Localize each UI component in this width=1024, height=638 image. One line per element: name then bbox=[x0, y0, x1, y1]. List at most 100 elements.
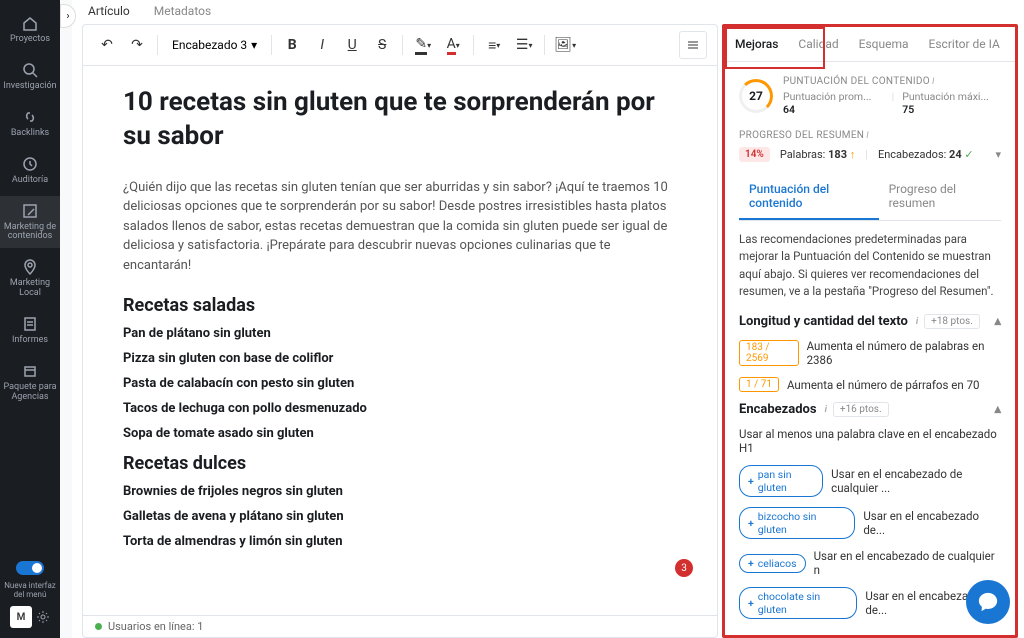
progress-title: PROGRESO DEL RESUMEN bbox=[739, 130, 864, 141]
check-icon: ✓ bbox=[964, 148, 973, 161]
error-count-badge[interactable]: 3 bbox=[675, 559, 693, 577]
tab-quality[interactable]: Calidad bbox=[788, 27, 848, 61]
footer-status: Usuarios en línea: 1 bbox=[83, 615, 717, 637]
edit-icon bbox=[21, 202, 39, 220]
avg-score-label: Puntuación prom... bbox=[783, 90, 871, 103]
sidebar-item-backlinks[interactable]: Backlinks bbox=[0, 102, 60, 145]
top-tabs: Artículo Metadatos bbox=[72, 0, 1024, 18]
article-h2: Recetas saladas bbox=[123, 295, 677, 316]
chat-icon bbox=[977, 591, 999, 613]
toolbar: ↶ ↷ Encabezado 3 ▾ B I U S ✎▾ A▾ ≡▾ ☰▾ 🖼… bbox=[83, 25, 717, 66]
heading-select[interactable]: Encabezado 3 ▾ bbox=[164, 34, 265, 56]
undo-button[interactable]: ↶ bbox=[93, 31, 121, 59]
chat-fab[interactable] bbox=[966, 580, 1010, 624]
article-h3: Brownies de frijoles negros sin gluten bbox=[123, 484, 677, 499]
keyword-chip[interactable]: bizcocho sin gluten bbox=[739, 507, 855, 539]
headings-value: 24 bbox=[949, 148, 962, 161]
sidebar-item-label: Marketing de contenidos bbox=[2, 223, 58, 243]
sidebar-item-label: Paquete para Agencias bbox=[2, 383, 58, 403]
article-h3: Galletas de avena y plátano sin gluten bbox=[123, 509, 677, 524]
words-label: Palabras: bbox=[780, 148, 826, 161]
rec-text: Aumenta el número de palabras en 2386 bbox=[807, 339, 1001, 367]
list-button[interactable]: ☰▾ bbox=[510, 31, 538, 59]
editor-column: ↶ ↷ Encabezado 3 ▾ B I U S ✎▾ A▾ ≡▾ ☰▾ 🖼… bbox=[82, 24, 718, 638]
highlight-button[interactable]: ✎▾ bbox=[409, 31, 437, 59]
article-intro: ¿Quién dijo que las recetas sin gluten t… bbox=[123, 178, 677, 276]
tab-improvements[interactable]: Mejoras bbox=[725, 27, 788, 61]
sidebar-item-label: Investigación bbox=[3, 82, 56, 92]
article-title: 10 recetas sin gluten que te sorprenderá… bbox=[123, 86, 677, 154]
sidebar-item-label: Auditoría bbox=[12, 176, 48, 186]
right-panel: Mejoras Calidad Esquema Escritor de IA 2… bbox=[722, 24, 1018, 638]
sidebar-item-content-marketing[interactable]: Marketing de contenidos bbox=[0, 196, 60, 249]
strike-button[interactable]: S bbox=[368, 31, 396, 59]
sidebar-item-projects[interactable]: Proyectos bbox=[0, 8, 60, 51]
online-dot-icon bbox=[95, 623, 102, 630]
headings-intro: Usar al menos una palabra clave en el en… bbox=[739, 427, 1001, 455]
bold-button[interactable]: B bbox=[278, 31, 306, 59]
tab-ai-writer[interactable]: Escritor de IA bbox=[919, 27, 1010, 61]
tab-article[interactable]: Artículo bbox=[88, 4, 130, 18]
article-h3: Torta de almendras y limón sin gluten bbox=[123, 534, 677, 549]
article-h3: Pan de plátano sin gluten bbox=[123, 326, 677, 341]
subtab-content-score[interactable]: Puntuación del contenido bbox=[739, 174, 879, 220]
chevron-up-icon[interactable]: ▴ bbox=[994, 314, 1001, 329]
sidebar: Proyectos Investigación Backlinks Audito… bbox=[0, 0, 60, 638]
article-h3: Sopa de tomate asado sin gluten bbox=[123, 426, 677, 441]
tab-outline[interactable]: Esquema bbox=[849, 27, 919, 61]
info-icon[interactable]: i bbox=[932, 77, 935, 87]
article-h3: Pizza sin gluten con base de coliflor bbox=[123, 351, 677, 366]
gear-icon[interactable] bbox=[36, 610, 50, 624]
italic-button[interactable]: I bbox=[308, 31, 336, 59]
chevron-up-icon[interactable]: ▴ bbox=[994, 402, 1001, 417]
underline-button[interactable]: U bbox=[338, 31, 366, 59]
new-ui-toggle[interactable] bbox=[16, 561, 44, 575]
image-button[interactable]: 🖼▾ bbox=[551, 31, 579, 59]
keyword-chip[interactable]: celiacos bbox=[739, 554, 806, 573]
info-icon[interactable]: i bbox=[825, 405, 827, 415]
headings-label: Encabezados: bbox=[878, 148, 946, 161]
length-points-badge: +18 ptos. bbox=[924, 314, 980, 329]
info-icon[interactable]: i bbox=[916, 317, 918, 327]
headings-section-title: Encabezados bbox=[739, 402, 817, 417]
chevron-down-icon[interactable]: ▾ bbox=[995, 148, 1001, 161]
words-count-badge: 183 / 2569 bbox=[739, 340, 799, 366]
tab-metadata[interactable]: Metadatos bbox=[154, 4, 211, 18]
article-h2: Recetas dulces bbox=[123, 453, 677, 474]
sidebar-item-audit[interactable]: Auditoría bbox=[0, 149, 60, 192]
home-icon bbox=[21, 14, 39, 32]
article-body[interactable]: 10 recetas sin gluten que te sorprenderá… bbox=[83, 66, 717, 615]
sidebar-item-label: Informes bbox=[12, 336, 48, 346]
redo-button[interactable]: ↷ bbox=[123, 31, 151, 59]
arrow-up-icon: ↑ bbox=[850, 148, 856, 161]
sidebar-item-reports[interactable]: Informes bbox=[0, 309, 60, 352]
online-users-label: Usuarios en línea: 1 bbox=[108, 620, 203, 633]
package-icon bbox=[21, 362, 39, 380]
max-score-value: 75 bbox=[902, 103, 914, 116]
sidebar-item-local[interactable]: Marketing Local bbox=[0, 252, 60, 305]
rec-text: Usar en el encabezado de cualquier n bbox=[814, 549, 1001, 577]
words-value: 183 bbox=[828, 148, 847, 161]
keyword-chip[interactable]: chocolate sin gluten bbox=[739, 587, 857, 619]
heading-select-label: Encabezado 3 bbox=[172, 38, 247, 52]
subtab-summary-progress[interactable]: Progreso del resumen bbox=[879, 174, 1001, 220]
rec-text: Aumenta el número de párrafos en 70 bbox=[787, 378, 980, 392]
sidebar-item-research[interactable]: Investigación bbox=[0, 55, 60, 98]
keyword-chip[interactable]: pan sin gluten bbox=[739, 465, 823, 497]
paragraphs-count-badge: 1 / 71 bbox=[739, 377, 779, 392]
align-button[interactable]: ≡▾ bbox=[480, 31, 508, 59]
link-icon bbox=[21, 108, 39, 126]
editor-settings-button[interactable] bbox=[679, 31, 707, 59]
avatar[interactable]: M bbox=[10, 606, 32, 628]
rec-text: Usar en el encabezado de... bbox=[863, 509, 1001, 537]
text-color-button[interactable]: A▾ bbox=[439, 31, 467, 59]
info-icon[interactable]: i bbox=[866, 131, 869, 141]
panel-description: Las recomendaciones predeterminadas para… bbox=[739, 231, 1001, 300]
sidebar-item-label: Marketing Local bbox=[2, 279, 58, 299]
content-score-value: 27 bbox=[739, 79, 773, 113]
sidebar-item-agencies[interactable]: Paquete para Agencias bbox=[0, 356, 60, 409]
sliders-icon bbox=[686, 38, 700, 52]
content-score-title: PUNTUACIÓN DEL CONTENIDO bbox=[783, 76, 930, 87]
audit-icon bbox=[21, 155, 39, 173]
headings-points-badge: +16 ptos. bbox=[833, 402, 889, 417]
